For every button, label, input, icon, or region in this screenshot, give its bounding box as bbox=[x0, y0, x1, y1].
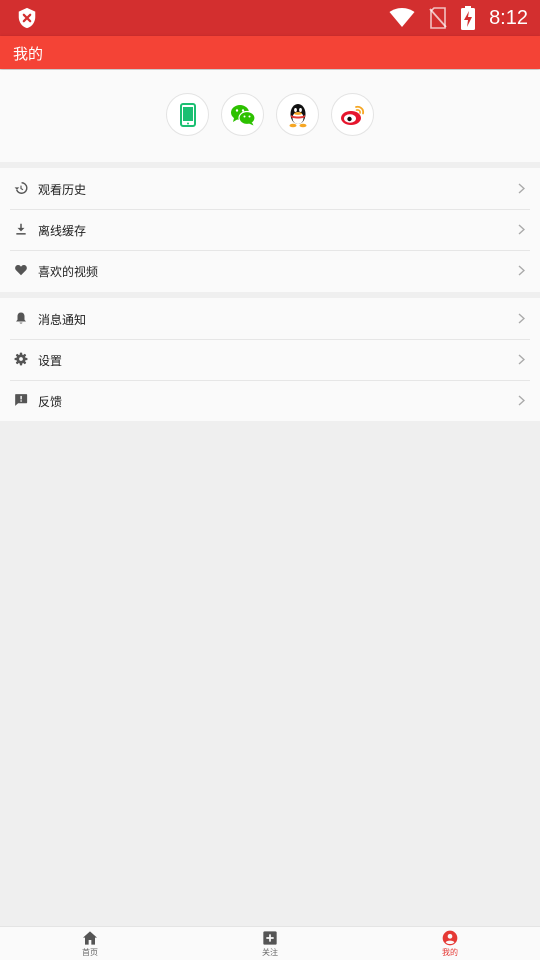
menu-group-app: 消息通知 设置 反馈 bbox=[0, 298, 540, 421]
app-bar: 我的 bbox=[0, 36, 540, 69]
phone-icon bbox=[179, 102, 196, 127]
account-icon bbox=[442, 930, 458, 946]
nav-label: 我的 bbox=[442, 948, 458, 957]
bell-icon bbox=[16, 312, 26, 324]
weibo-login-button[interactable] bbox=[331, 93, 374, 136]
wechat-login-button[interactable] bbox=[221, 93, 264, 136]
status-time: 8:12 bbox=[489, 6, 528, 29]
chevron-right-icon bbox=[518, 183, 525, 194]
home-icon bbox=[83, 931, 97, 945]
menu-item-liked-videos[interactable]: 喜欢的视频 bbox=[0, 250, 540, 291]
wifi-icon bbox=[389, 8, 415, 27]
menu-item-offline-cache[interactable]: 离线缓存 bbox=[0, 209, 540, 250]
menu-label: 设置 bbox=[38, 354, 63, 368]
nav-label: 关注 bbox=[262, 948, 278, 957]
menu-item-settings[interactable]: 设置 bbox=[0, 339, 540, 380]
nav-tab-follow[interactable]: 关注 bbox=[240, 930, 300, 958]
chevron-right-icon bbox=[518, 265, 525, 276]
login-options bbox=[166, 93, 374, 136]
gear-icon bbox=[14, 352, 28, 366]
nav-tab-home[interactable]: 首页 bbox=[60, 930, 120, 958]
heart-icon bbox=[15, 265, 27, 276]
menu-label: 观看历史 bbox=[38, 183, 87, 197]
chevron-right-icon bbox=[518, 354, 525, 365]
status-bar: 8:12 bbox=[0, 0, 540, 36]
weibo-icon bbox=[340, 105, 364, 125]
menu-item-notifications[interactable]: 消息通知 bbox=[0, 298, 540, 339]
login-panel bbox=[0, 70, 540, 162]
menu-item-feedback[interactable]: 反馈 bbox=[0, 380, 540, 421]
bottom-nav: 首页 关注 我的 bbox=[0, 926, 540, 960]
nav-tab-mine[interactable]: 我的 bbox=[420, 930, 480, 958]
download-icon bbox=[16, 223, 26, 235]
menu-label: 反馈 bbox=[38, 395, 63, 409]
chevron-right-icon bbox=[518, 313, 525, 324]
menu-label: 喜欢的视频 bbox=[38, 265, 99, 279]
menu-label: 消息通知 bbox=[38, 313, 87, 327]
menu-item-history[interactable]: 观看历史 bbox=[0, 168, 540, 209]
nav-label: 首页 bbox=[82, 948, 98, 957]
feedback-icon bbox=[15, 394, 28, 406]
phone-login-button[interactable] bbox=[166, 93, 209, 136]
chevron-right-icon bbox=[518, 395, 525, 406]
security-shield-icon bbox=[18, 7, 36, 29]
qq-login-button[interactable] bbox=[276, 93, 319, 136]
menu-label: 离线缓存 bbox=[38, 224, 87, 238]
menu-group-media: 观看历史 离线缓存 喜欢的视频 bbox=[0, 168, 540, 292]
no-sim-icon bbox=[429, 7, 447, 29]
chevron-right-icon bbox=[518, 224, 525, 235]
add-box-icon bbox=[263, 931, 277, 945]
history-icon bbox=[14, 182, 28, 194]
battery-charging-icon bbox=[461, 6, 476, 30]
qq-icon bbox=[289, 103, 306, 127]
page-title: 我的 bbox=[13, 45, 44, 63]
wechat-icon bbox=[230, 104, 256, 125]
